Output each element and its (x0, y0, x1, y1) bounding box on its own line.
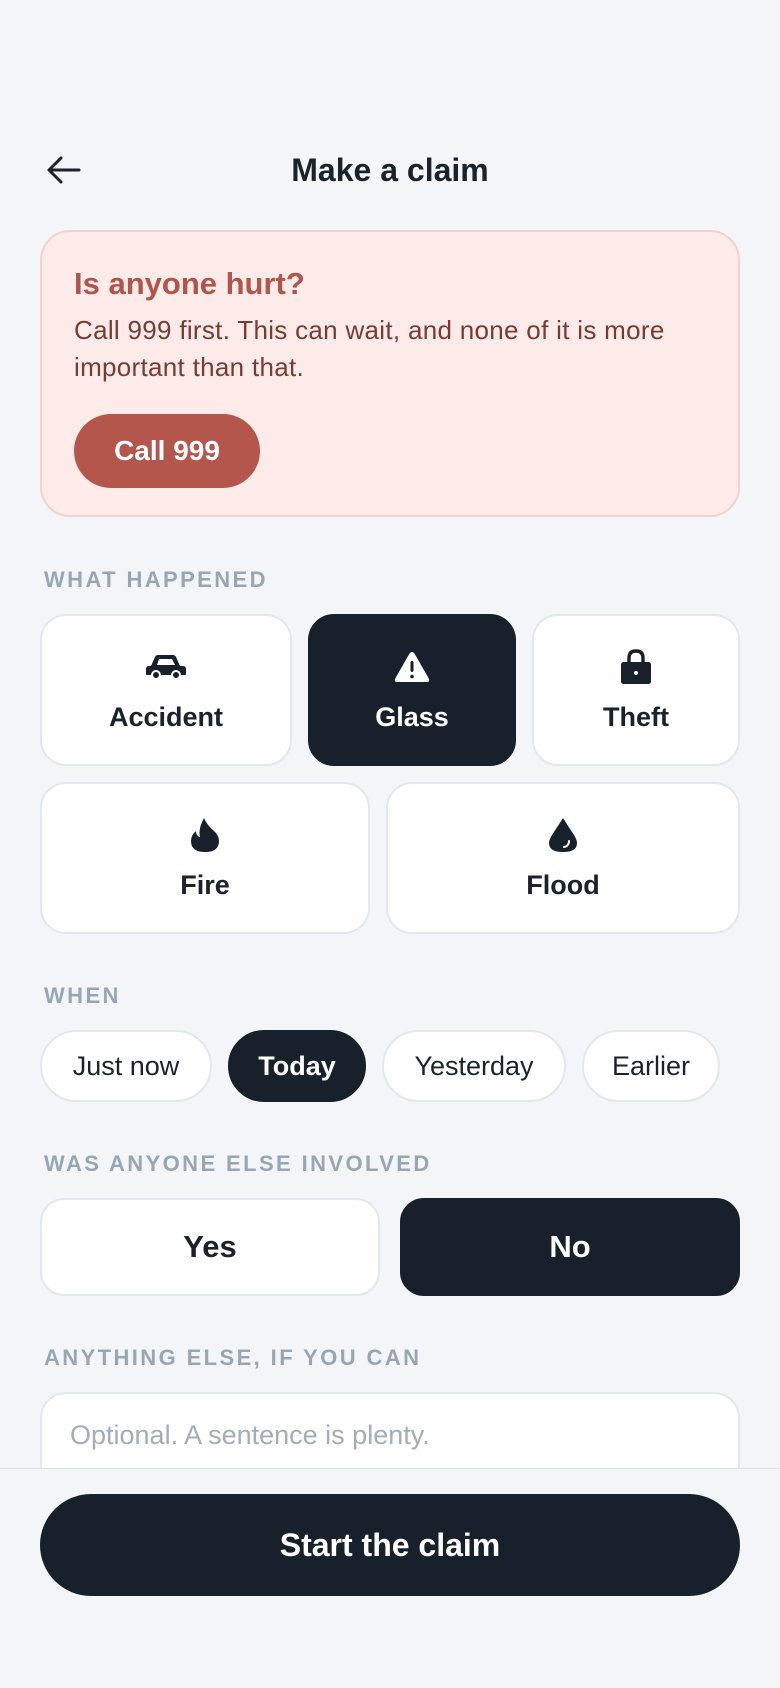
when-chip-earlier[interactable]: Earlier (582, 1030, 720, 1102)
section-label-what-happened: WHAT HAPPENED (44, 567, 268, 592)
alert-title: Is anyone hurt? (74, 266, 305, 301)
warning-triangle-icon (390, 647, 434, 687)
when-chip-today[interactable]: Today (228, 1030, 366, 1102)
tile-label: Glass (375, 702, 449, 732)
emergency-alert-card: Is anyone hurt? Call 999 first. This can… (40, 230, 740, 517)
page-title: Make a claim (291, 152, 489, 188)
involved-yes-button[interactable]: Yes (40, 1198, 380, 1296)
when-chip-just-now[interactable]: Just now (40, 1030, 212, 1102)
flame-icon (183, 815, 227, 855)
padlock-icon (614, 647, 658, 687)
alert-body: Call 999 first. This can wait, and none … (74, 315, 665, 382)
category-glass[interactable]: Glass (308, 614, 516, 766)
tile-label: Flood (526, 870, 600, 900)
call-999-button[interactable]: Call 999 (74, 414, 260, 488)
category-theft[interactable]: Theft (532, 614, 740, 766)
category-accident[interactable]: Accident (40, 614, 292, 766)
tile-label: Accident (108, 702, 224, 732)
involved-no-button[interactable]: No (400, 1198, 740, 1296)
section-label-involved: WAS ANYONE ELSE INVOLVED (44, 1151, 432, 1176)
tile-label: Fire (180, 870, 230, 900)
when-chip-yesterday[interactable]: Yesterday (382, 1030, 566, 1102)
category-flood[interactable]: Flood (386, 782, 740, 934)
car-icon (144, 647, 188, 687)
start-claim-button[interactable]: Start the claim (40, 1494, 740, 1596)
category-fire[interactable]: Fire (40, 782, 370, 934)
water-drop-icon (541, 815, 585, 855)
section-label-anything-else: ANYTHING ELSE, IF YOU CAN (44, 1345, 422, 1370)
tile-label: Theft (603, 702, 669, 732)
section-label-when: WHEN (44, 983, 121, 1008)
